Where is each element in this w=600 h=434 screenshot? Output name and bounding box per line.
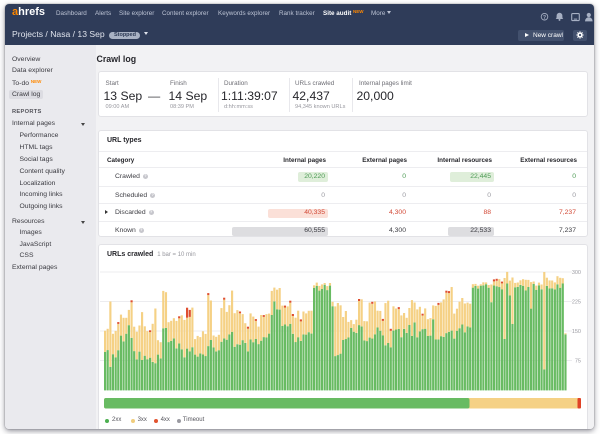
svg-text:225: 225 <box>572 300 581 306</box>
svg-text:300: 300 <box>572 270 581 276</box>
svg-text:150: 150 <box>572 329 581 335</box>
svg-text:?: ? <box>543 15 546 21</box>
svg-text:75: 75 <box>575 359 581 365</box>
